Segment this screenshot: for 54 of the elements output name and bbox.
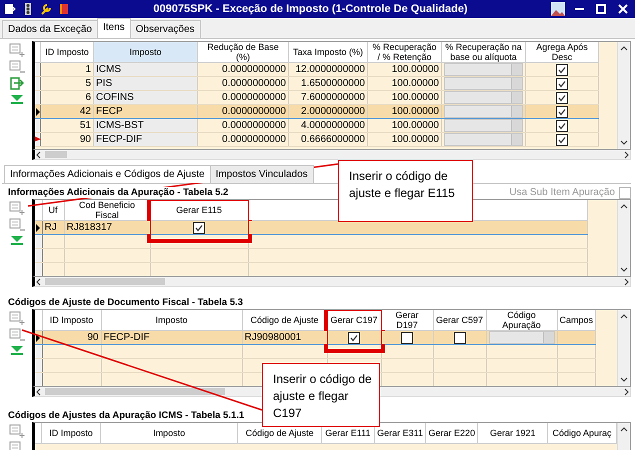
table-cell: 0.0000000000 bbox=[198, 104, 288, 118]
column-header: Agrega Após Desc bbox=[526, 42, 598, 62]
column-header: Gerar E220 bbox=[426, 423, 478, 444]
column-header: Gerar E311 bbox=[374, 423, 426, 444]
section-title: Códigos de Ajustes da Apuração ICMS - Tabela 5.1.1 bbox=[8, 410, 244, 421]
table-cell: 42 bbox=[40, 104, 94, 118]
column-header: % Recuperação / % Retenção bbox=[368, 42, 442, 62]
table-cell: 2.0000000000 bbox=[288, 104, 368, 118]
column-header: Cod Beneficio Fiscal bbox=[64, 200, 150, 220]
table-cell: FECP-DIF bbox=[94, 132, 198, 146]
column-header: Campos bbox=[557, 310, 596, 330]
table-cell: 0.0000000000 bbox=[198, 62, 288, 76]
section-title: Códigos de Ajuste de Documento Fiscal - Tabela 5.3 bbox=[8, 297, 243, 308]
table-cell: FECP-DIF bbox=[101, 330, 242, 344]
table-cell: COFINS bbox=[94, 90, 198, 104]
table-cell: 4.0000000000 bbox=[288, 118, 368, 132]
column-header: Taxa Imposto (%) bbox=[288, 42, 368, 62]
column-header: Código de Ajuste bbox=[242, 310, 327, 330]
option-label: Usa Sub Item Apuração bbox=[509, 187, 615, 198]
column-header: ID Imposto bbox=[42, 310, 101, 330]
callout-tooltip: Inserir o código de ajuste e flegar E115 bbox=[338, 160, 473, 222]
table-cell: 90 bbox=[40, 132, 94, 146]
column-header: ID Imposto bbox=[42, 423, 100, 444]
column-header: Gerar 1921 bbox=[478, 423, 548, 444]
column-header: Código Apuraç bbox=[548, 423, 616, 444]
table-cell: 1.6500000000 bbox=[288, 76, 368, 90]
section-title: Informações Adicionais da Apuração - Tabela 5.2 bbox=[8, 187, 228, 198]
table-cell: 100.00000 bbox=[368, 132, 442, 146]
table-cell: 0.0000000000 bbox=[198, 118, 288, 132]
table-cell: FECP bbox=[94, 104, 198, 118]
column-header: Imposto bbox=[101, 310, 242, 330]
table-cell: RJ90980001 bbox=[242, 330, 327, 344]
column-header: Redução de Base (%) bbox=[198, 42, 288, 62]
table-cell: PIS bbox=[94, 76, 198, 90]
table-cell: 0.6666000000 bbox=[288, 132, 368, 146]
table-cell: RJ818317 bbox=[64, 220, 150, 234]
table-cell: 100.00000 bbox=[368, 62, 442, 76]
table-cell: 12.0000000000 bbox=[288, 62, 368, 76]
table-cell: 100.00000 bbox=[368, 104, 442, 118]
column-header: % Recuperação na base ou alíquota bbox=[442, 42, 526, 62]
table-cell: ICMS-BST bbox=[94, 118, 198, 132]
window-title: 009075SPK - Exceção de Imposto (1-Controle De Qualidade) bbox=[152, 3, 469, 15]
column-header: Imposto bbox=[100, 423, 238, 444]
callout-tooltip: Inserir o código de ajuste e flegar C197 bbox=[262, 363, 380, 427]
column-header: Código Apuração bbox=[486, 310, 557, 330]
table-cell: 100.00000 bbox=[368, 76, 442, 90]
column-header: Imposto bbox=[94, 42, 198, 62]
table-cell: 100.00000 bbox=[368, 118, 442, 132]
column-header: Gerar D197 bbox=[381, 310, 433, 330]
table-cell: 0.0000000000 bbox=[198, 132, 288, 146]
table-cell: 0.0000000000 bbox=[198, 76, 288, 90]
column-header: Gerar C597 bbox=[433, 310, 486, 330]
column-header: ID Imposto bbox=[40, 42, 94, 62]
table-cell: ICMS bbox=[94, 62, 198, 76]
